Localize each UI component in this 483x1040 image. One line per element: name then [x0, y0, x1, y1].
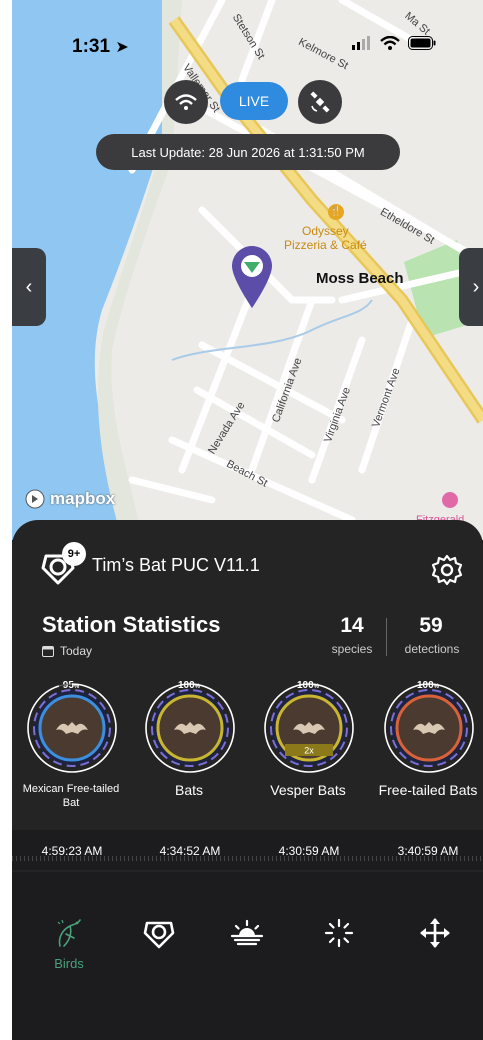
previous-station-button[interactable]: ‹: [12, 248, 46, 326]
location-arrow-icon: ➤: [115, 39, 129, 56]
detections-count: 59: [419, 614, 443, 637]
nav-sunrise[interactable]: [200, 916, 294, 950]
species-ring: 2x: [264, 683, 354, 773]
station-name[interactable]: Tim’s Bat PUC V11.1: [92, 555, 260, 576]
restaurant-icon[interactable]: 🍴: [328, 204, 344, 220]
species-name: Free-tailed Bats: [378, 782, 478, 798]
camera-poi-icon[interactable]: [442, 492, 458, 508]
loading-icon: [324, 918, 354, 948]
sunrise-icon: [230, 919, 264, 946]
species-name: Mexican Free-tailed Bat: [22, 783, 120, 809]
nav-move[interactable]: [388, 916, 482, 950]
nav-activity[interactable]: [292, 916, 386, 950]
station-icon: [143, 921, 175, 949]
wifi-toggle-button[interactable]: [164, 80, 208, 124]
detection-times-row: 4:59:23 AM 4:34:52 AM 4:30:59 AM 3:40:59…: [12, 830, 483, 870]
wifi-icon: [175, 94, 197, 110]
station-marker-icon[interactable]: [232, 246, 272, 308]
calendar-icon: [42, 645, 54, 657]
nav-birds-label: Birds: [54, 956, 84, 971]
app-screen: Stetson St Kelmore St Vallemar St Etheld…: [12, 0, 483, 1040]
poi-label[interactable]: Odyssey Pizzeria & Café: [284, 224, 367, 252]
wifi-icon: [380, 36, 400, 50]
battery-icon: [408, 36, 436, 50]
species-ring: [384, 683, 474, 773]
poi-name-line2: Pizzeria & Café: [284, 238, 367, 252]
species-count: 14: [340, 614, 364, 637]
species-ring: [27, 683, 117, 773]
chevron-right-icon: ›: [472, 275, 480, 298]
species-name: Bats: [174, 782, 203, 798]
poi-name-line1: Odyssey: [302, 224, 349, 238]
satellite-icon: [310, 91, 330, 113]
status-icons: [352, 36, 436, 50]
status-time-text: 1:31: [72, 36, 111, 57]
species-label: species: [331, 642, 373, 656]
species-name: Vesper Bats: [270, 782, 346, 798]
species-ring: [145, 683, 235, 773]
chevron-left-icon: ‹: [25, 275, 33, 298]
notification-badge: 9+: [62, 542, 86, 566]
mapbox-icon: [25, 489, 45, 509]
next-station-button[interactable]: ›: [459, 248, 483, 326]
status-time: 1:31 ➤: [72, 36, 129, 58]
map-view[interactable]: Stetson St Kelmore St Vallemar St Etheld…: [12, 0, 483, 540]
stats-period-label: Today: [60, 644, 93, 658]
timeline-band: [12, 872, 483, 900]
mapbox-text: mapbox: [50, 489, 116, 508]
gear-icon[interactable]: [430, 553, 464, 587]
detections-label: detections: [404, 642, 460, 656]
timeline-ticks: [12, 856, 483, 861]
count-badge: 2x: [304, 746, 314, 756]
nav-station[interactable]: [112, 916, 206, 950]
live-button[interactable]: LIVE: [220, 82, 288, 120]
move-icon: [420, 918, 450, 948]
mapbox-logo[interactable]: mapbox: [24, 488, 115, 510]
cellular-signal-icon: [352, 36, 370, 50]
satellite-button[interactable]: [298, 80, 342, 124]
bottom-nav: Birds: [12, 898, 483, 1040]
nav-birds[interactable]: Birds: [22, 916, 116, 971]
bird-icon: [57, 919, 81, 947]
stats-title: Station Statistics: [42, 612, 221, 637]
place-label: Moss Beach: [316, 270, 404, 287]
last-update-banner: Last Update: 28 Jun 2026 at 1:31:50 PM: [96, 134, 400, 170]
stats-divider: [386, 618, 387, 656]
stats-period-selector[interactable]: Today: [42, 644, 92, 658]
